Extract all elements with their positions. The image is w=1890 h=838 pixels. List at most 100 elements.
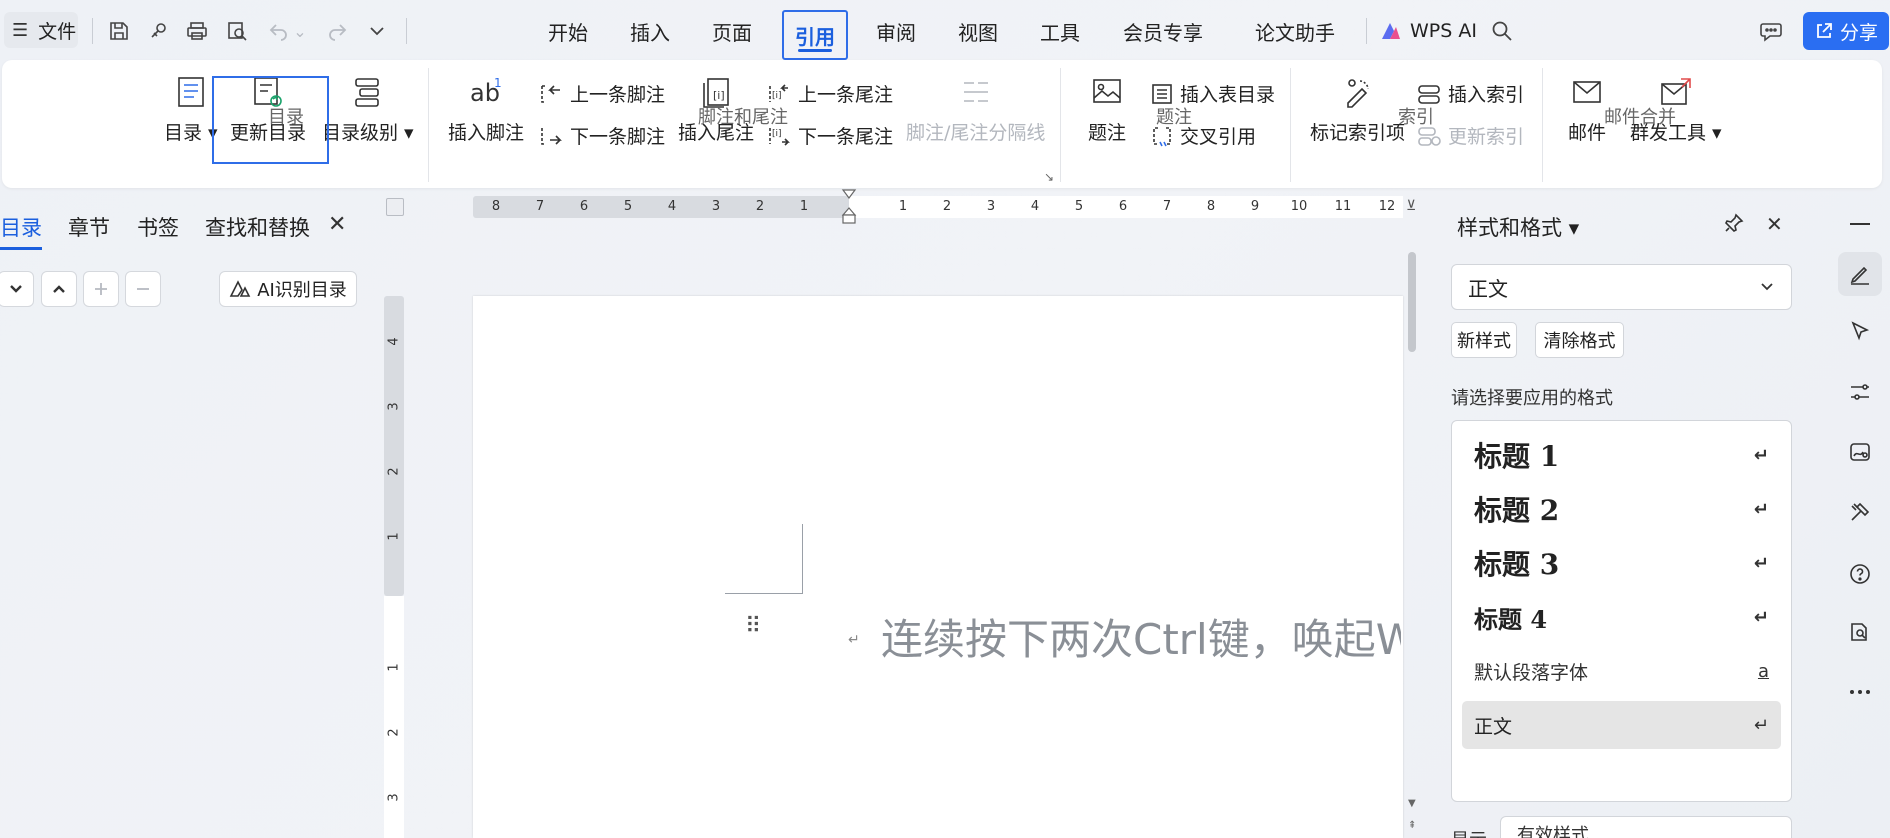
close-panel-icon[interactable]: ✕ — [1766, 212, 1783, 236]
scrollbar-thumb[interactable] — [1408, 252, 1416, 352]
vertical-scrollbar[interactable] — [1406, 248, 1418, 838]
footnote-separator-button[interactable]: 脚注/尾注分隔线 — [906, 72, 1045, 145]
link-icon[interactable] — [144, 16, 174, 46]
style-item-body[interactable]: 正文 ↵ — [1462, 701, 1781, 749]
chevron-down-icon — [1761, 283, 1773, 291]
tab-chapters[interactable]: 章节 — [68, 212, 110, 242]
indent-marker-icon[interactable] — [841, 188, 857, 236]
chevron-down-icon — [10, 285, 22, 293]
ruler-tick: 7 — [535, 199, 545, 214]
tab-toc[interactable]: 目录 — [0, 212, 42, 250]
tab-bookmarks[interactable]: 书签 — [137, 212, 179, 242]
ruler-tick: 1 — [898, 199, 908, 214]
toc-level-button[interactable]: 目录级别 ▾ — [322, 72, 414, 145]
tab-start[interactable]: 开始 — [540, 14, 596, 48]
wps-ai-logo-icon — [1382, 23, 1400, 39]
remove-heading-button[interactable] — [125, 271, 161, 307]
insert-index-icon — [1418, 84, 1440, 104]
ruler-tick: 4 — [667, 199, 677, 214]
ruler-corner-icon[interactable] — [386, 198, 404, 216]
undo-dropdown-icon[interactable]: ⌄ — [290, 16, 310, 46]
ruler-tick: 8 — [1206, 199, 1216, 214]
ruler-tick: 1 — [386, 532, 402, 541]
tab-tools[interactable]: 工具 — [1032, 14, 1088, 48]
next-footnote-icon — [541, 127, 562, 145]
ruler-tick: 9 — [1250, 199, 1260, 214]
insert-index-label: 插入索引 — [1448, 84, 1525, 106]
insert-footnote-button[interactable]: ab 1 插入脚注 — [448, 72, 524, 145]
pin-icon[interactable] — [1723, 212, 1745, 239]
styles-panel-title: 样式和格式 — [1457, 216, 1562, 240]
select-cursor-icon[interactable] — [1838, 310, 1882, 354]
style-item-default-font[interactable]: 默认段落字体 a — [1462, 647, 1781, 695]
group-divider — [428, 68, 429, 182]
help-icon[interactable] — [1838, 552, 1882, 596]
mail-button[interactable]: 邮件 — [1568, 72, 1606, 145]
wps-ai-button[interactable]: WPS AI — [1380, 16, 1477, 46]
adjust-sliders-icon[interactable] — [1838, 370, 1882, 414]
book-search-icon[interactable] — [1838, 610, 1882, 654]
ruler-right-marker-icon[interactable]: ⊻ — [1406, 198, 1416, 214]
tab-insert[interactable]: 插入 — [622, 14, 678, 48]
clear-format-button[interactable]: 清除格式 — [1535, 322, 1624, 358]
style-item-heading-3[interactable]: 标题 3 ↵ — [1462, 539, 1781, 587]
vertical-ruler[interactable]: 4 3 2 1 1 2 3 — [384, 296, 404, 838]
tab-page[interactable]: 页面 — [704, 14, 760, 48]
style-item-heading-4[interactable]: 标题 4 ↵ — [1462, 593, 1781, 641]
ai-toc-label: AI识别目录 — [257, 280, 347, 301]
tab-member[interactable]: 会员专享 — [1118, 14, 1208, 48]
tab-find-replace[interactable]: 查找和替换 — [205, 212, 310, 242]
svg-text:[i]: [i] — [713, 89, 725, 102]
caption-button[interactable]: 题注 — [1088, 72, 1126, 145]
document-page[interactable] — [473, 296, 1403, 838]
scroll-page-icon[interactable]: ⇞ — [1408, 820, 1416, 831]
scroll-down-icon[interactable]: ▼ — [1408, 798, 1416, 809]
styles-panel-title-button[interactable]: 样式和格式 ▾ — [1457, 212, 1579, 242]
insert-table-of-figures-label: 插入表目录 — [1180, 84, 1276, 106]
toc-icon — [176, 72, 206, 112]
toc-button[interactable]: 目录 ▾ — [164, 72, 218, 145]
tab-view[interactable]: 视图 — [950, 14, 1006, 48]
search-icon[interactable] — [1487, 16, 1517, 46]
tab-review[interactable]: 审阅 — [868, 14, 924, 48]
ai-hint-text: 连续按下两次Ctrl键，唤起W — [881, 615, 1401, 664]
tab-thesis-assistant[interactable]: 论文助手 — [1240, 14, 1350, 48]
ruler-tick: 5 — [1074, 199, 1084, 214]
print-icon[interactable] — [182, 16, 212, 46]
style-item-heading-1[interactable]: 标题 1 ↵ — [1462, 431, 1781, 479]
ai-recognize-toc-button[interactable]: AI识别目录 — [219, 271, 357, 307]
table-of-figures-icon — [1152, 83, 1172, 104]
paragraph-style-icon: ↵ — [1753, 498, 1769, 520]
horizontal-ruler[interactable]: 8 7 6 5 4 3 2 1 1 2 3 4 5 6 7 8 9 10 11 … — [473, 196, 1403, 218]
ai-image-icon[interactable] — [1838, 430, 1882, 474]
file-menu-button[interactable]: ☰ 文件 — [4, 12, 78, 48]
save-icon[interactable] — [104, 16, 134, 46]
more-options-icon[interactable] — [1838, 670, 1882, 714]
tools-icon[interactable] — [1838, 490, 1882, 534]
expand-up-button[interactable] — [41, 271, 77, 307]
prev-footnote-button[interactable]: 上一条脚注 — [538, 80, 665, 107]
style-item-heading-2[interactable]: 标题 2 ↵ — [1462, 485, 1781, 533]
print-preview-icon[interactable] — [222, 16, 252, 46]
svg-text:[i]: [i] — [772, 129, 782, 139]
style-pen-icon[interactable] — [1838, 252, 1882, 296]
new-style-button[interactable]: 新样式 — [1451, 322, 1517, 358]
ruler-tick: 2 — [386, 467, 402, 476]
redo-icon[interactable] — [322, 16, 352, 46]
add-heading-button[interactable] — [83, 271, 119, 307]
tab-references[interactable]: 引用 — [782, 10, 848, 60]
mark-index-button[interactable]: 标记索引项 — [1310, 72, 1405, 145]
current-style-select[interactable]: 正文 — [1451, 264, 1792, 310]
more-dropdown-icon[interactable] — [362, 16, 392, 46]
collapse-down-button[interactable] — [0, 271, 34, 307]
share-button[interactable]: 分享 — [1803, 12, 1889, 50]
minimize-icon[interactable] — [1838, 202, 1882, 246]
show-select[interactable]: 有效样式 — [1500, 816, 1792, 838]
footnote-dialog-launcher-icon[interactable]: ↘ — [1044, 170, 1054, 184]
close-icon[interactable]: ✕ — [328, 212, 346, 237]
ruler-tick: 2 — [942, 199, 952, 214]
group-divider — [1290, 68, 1291, 182]
drag-handle-icon[interactable]: ⠿ — [745, 614, 761, 639]
chat-icon[interactable] — [1756, 16, 1786, 46]
next-footnote-button[interactable]: 下一条脚注 — [538, 122, 665, 149]
